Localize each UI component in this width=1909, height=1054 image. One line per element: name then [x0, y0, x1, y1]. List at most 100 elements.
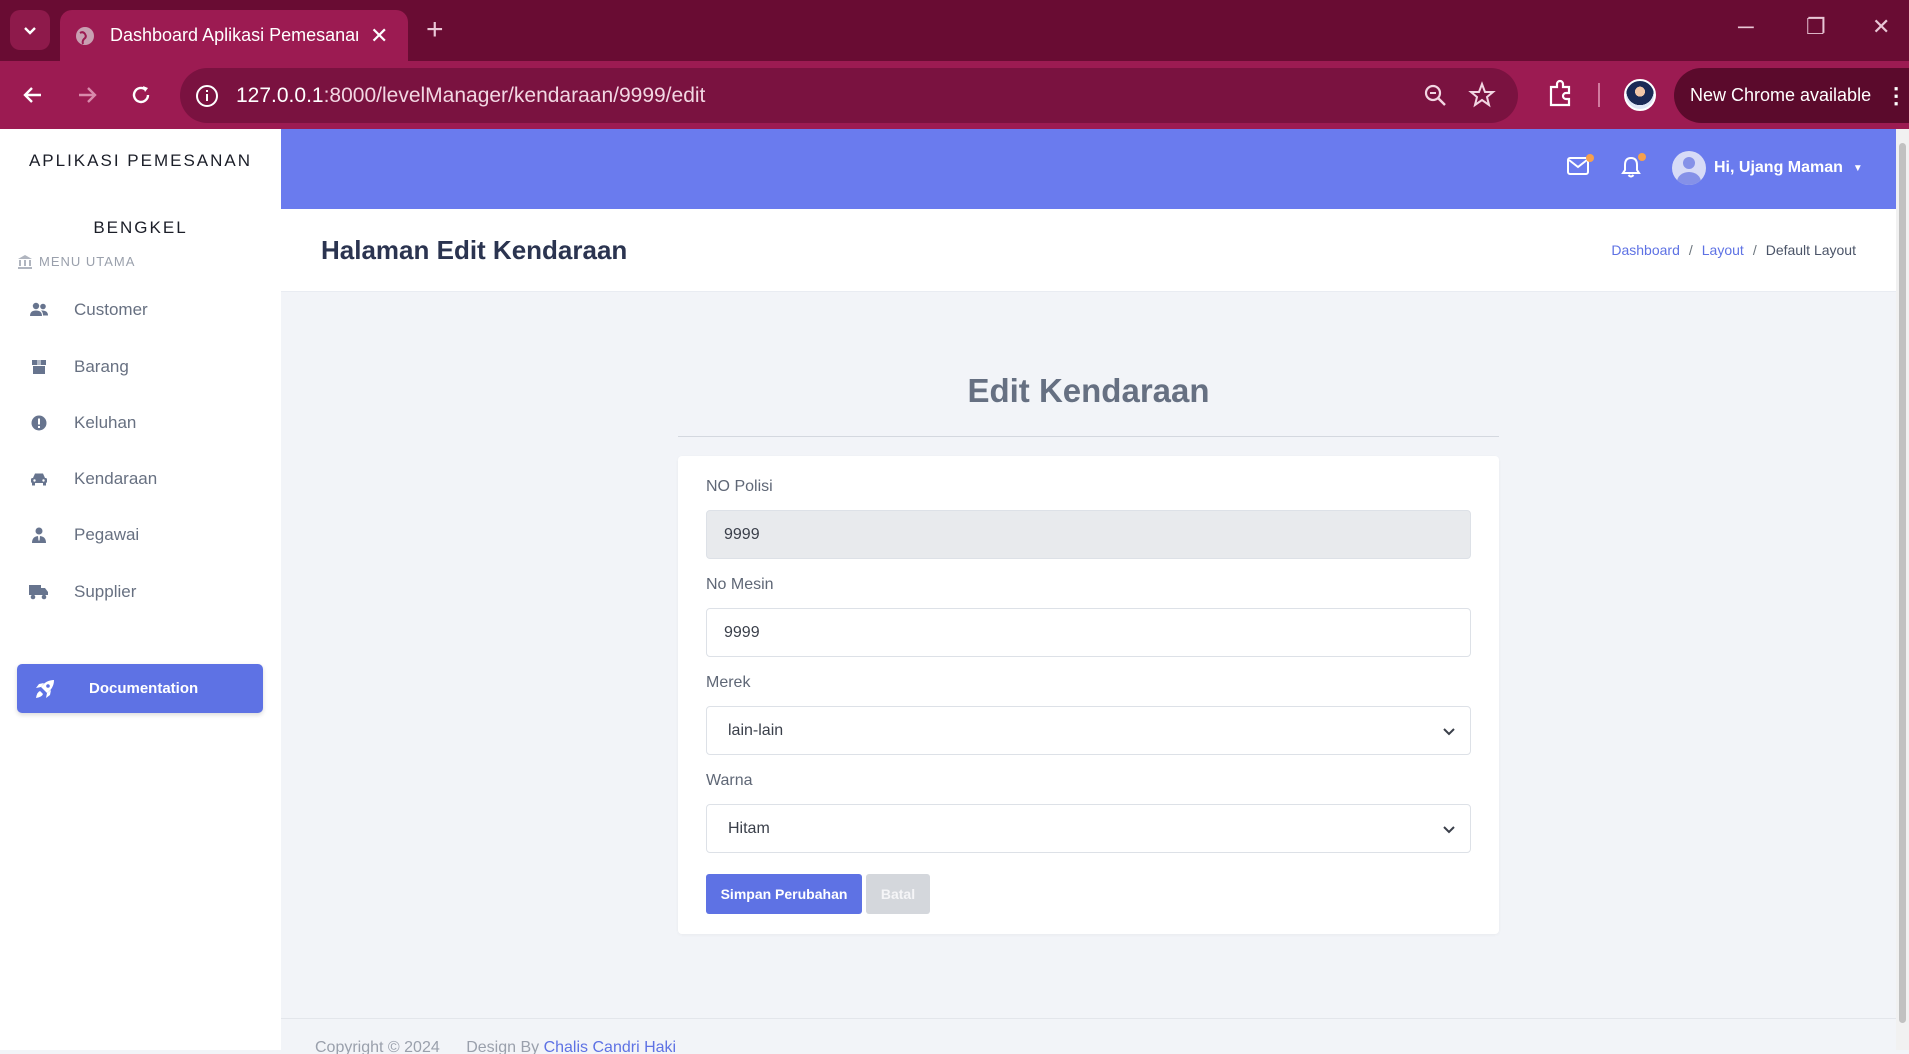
- close-tab-icon[interactable]: ✕: [370, 23, 388, 49]
- breadcrumb-current: Default Layout: [1765, 242, 1856, 258]
- cancel-button[interactable]: Batal: [866, 874, 930, 914]
- documentation-button[interactable]: Documentation: [17, 664, 263, 713]
- cancel-button-label: Batal: [880, 886, 916, 902]
- merek-value: lain-lain: [728, 721, 784, 739]
- browser-toolbar: 127.0.0.1:8000/levelManager/kendaraan/99…: [0, 61, 1909, 129]
- back-icon[interactable]: [17, 79, 49, 111]
- design-prefix: Design By: [466, 1039, 540, 1054]
- car-icon: [28, 468, 50, 490]
- bookmark-star-icon[interactable]: [1468, 81, 1496, 109]
- save-button-label: Simpan Perubahan: [720, 886, 848, 902]
- sidebar-item-keluhan[interactable]: Keluhan: [28, 403, 268, 443]
- sidebar-item-label: Kendaraan: [74, 469, 158, 488]
- notification-dot: [1586, 154, 1594, 162]
- no-mesin-label: No Mesin: [706, 576, 774, 593]
- breadcrumb: Dashboard / Layout / Default Layout: [1611, 242, 1856, 258]
- update-label: New Chrome available: [1690, 85, 1872, 105]
- kebab-menu-icon[interactable]: ⋮: [1885, 83, 1907, 109]
- chevron-down-icon: [1443, 728, 1455, 736]
- no-mesin-field[interactable]: 9999: [706, 608, 1471, 657]
- web-page: APLIKASI PEMESANAN BENGKEL MENU UTAMA Cu…: [0, 129, 1896, 1054]
- footer-divider: [281, 1018, 1896, 1019]
- address-bar[interactable]: 127.0.0.1:8000/levelManager/kendaraan/99…: [180, 68, 1518, 123]
- url-text: 127.0.0.1:8000/levelManager/kendaraan/99…: [236, 83, 706, 107]
- breadcrumb-separator: /: [1752, 242, 1757, 258]
- author-link[interactable]: Chalis Candri Haki: [544, 1039, 677, 1054]
- extensions-icon[interactable]: [1545, 79, 1575, 109]
- browser-tab-active[interactable]: Dashboard Aplikasi Pemesanan ✕: [60, 10, 408, 61]
- notifications-button[interactable]: [1621, 153, 1646, 183]
- merek-label: Merek: [706, 674, 751, 691]
- copyright-text: Copyright © 2024: [315, 1039, 440, 1054]
- user-greeting: Hi, Ujang Maman: [1714, 159, 1843, 176]
- page-scrollbar[interactable]: [1896, 129, 1909, 1050]
- menu-heading: MENU UTAMA: [17, 254, 135, 269]
- warna-label: Warna: [706, 772, 753, 789]
- page-title: Halaman Edit Kendaraan: [321, 235, 628, 265]
- documentation-label: Documentation: [89, 680, 199, 697]
- sidebar-item-pegawai[interactable]: Pegawai: [28, 515, 268, 555]
- reload-icon[interactable]: [125, 79, 157, 111]
- page-header: Halaman Edit Kendaraan Dashboard / Layou…: [281, 209, 1896, 292]
- messages-button[interactable]: [1567, 154, 1594, 180]
- sidebar-item-customer[interactable]: Customer: [28, 290, 268, 330]
- user-menu[interactable]: Hi, Ujang Maman ▼: [1672, 151, 1863, 185]
- globe-icon: [76, 26, 94, 45]
- sidebar-item-kendaraan[interactable]: Kendaraan: [28, 459, 268, 499]
- sidebar-item-label: Keluhan: [74, 413, 137, 432]
- scrollbar-thumb[interactable]: [1899, 143, 1906, 1023]
- save-button[interactable]: Simpan Perubahan: [706, 874, 862, 914]
- toolbar-separator: [1598, 83, 1600, 107]
- tab-search-button[interactable]: [10, 10, 50, 50]
- bank-icon: [18, 254, 32, 269]
- edit-form-card: NO Polisi 9999 No Mesin 9999 Merek lain-…: [678, 456, 1499, 934]
- no-polisi-field[interactable]: 9999: [706, 510, 1471, 559]
- user-tie-icon: [28, 524, 50, 546]
- divider: [678, 436, 1499, 437]
- sidebar-item-label: Supplier: [74, 582, 137, 601]
- sidebar-item-label: Pegawai: [74, 525, 140, 544]
- profile-avatar[interactable]: [1624, 79, 1656, 111]
- warna-value: Hitam: [728, 819, 770, 837]
- users-icon: [28, 299, 50, 321]
- sidebar-item-label: Customer: [74, 300, 148, 319]
- chevron-down-icon: [1443, 826, 1455, 834]
- chrome-update-button[interactable]: New Chrome available ⋮: [1674, 68, 1909, 123]
- no-polisi-value: 9999: [724, 525, 760, 543]
- chevron-down-icon: [24, 27, 36, 35]
- warna-select[interactable]: Hitam: [706, 804, 1471, 853]
- breadcrumb-layout[interactable]: Layout: [1702, 242, 1744, 258]
- truck-icon: [28, 581, 50, 603]
- merek-select[interactable]: lain-lain: [706, 706, 1471, 755]
- user-avatar: [1672, 151, 1706, 185]
- notification-dot: [1638, 153, 1646, 161]
- forward-icon[interactable]: [71, 79, 103, 111]
- tab-title: Dashboard Aplikasi Pemesanan: [110, 25, 358, 45]
- menu-heading-label: MENU UTAMA: [39, 254, 136, 269]
- sidebar-item-supplier[interactable]: Supplier: [28, 572, 268, 612]
- rocket-icon: [36, 679, 54, 698]
- box-icon: [28, 356, 50, 378]
- brand-title[interactable]: APLIKASI PEMESANAN: [0, 151, 281, 171]
- tab-strip: Dashboard Aplikasi Pemesanan ✕ + ─ ❐ ✕: [0, 0, 1909, 61]
- sidebar-item-barang[interactable]: Barang: [28, 347, 268, 387]
- brand-subtitle[interactable]: BENGKEL: [0, 218, 281, 238]
- breadcrumb-separator: /: [1688, 242, 1693, 258]
- form-title: Edit Kendaraan: [967, 372, 1210, 409]
- breadcrumb-dashboard[interactable]: Dashboard: [1611, 242, 1680, 258]
- no-mesin-value: 9999: [724, 623, 760, 641]
- no-polisi-label: NO Polisi: [706, 478, 773, 495]
- sidebar-item-label: Barang: [74, 357, 129, 376]
- top-navbar: Hi, Ujang Maman ▼: [281, 129, 1896, 209]
- footer: Copyright © 2024 Design By Chalis Candri…: [315, 1039, 676, 1054]
- minimize-icon[interactable]: ─: [1738, 14, 1754, 40]
- new-tab-icon[interactable]: +: [426, 14, 444, 46]
- restore-icon[interactable]: ❐: [1806, 14, 1826, 40]
- close-window-icon[interactable]: ✕: [1872, 14, 1890, 40]
- browser-frame: Dashboard Aplikasi Pemesanan ✕ + ─ ❐ ✕ 1…: [0, 0, 1909, 129]
- alert-circle-icon: [28, 412, 50, 434]
- sidebar: APLIKASI PEMESANAN BENGKEL MENU UTAMA Cu…: [0, 129, 281, 1050]
- caret-down-icon: ▼: [1852, 162, 1863, 174]
- site-info-icon[interactable]: [194, 83, 220, 109]
- zoom-icon[interactable]: [1422, 82, 1448, 108]
